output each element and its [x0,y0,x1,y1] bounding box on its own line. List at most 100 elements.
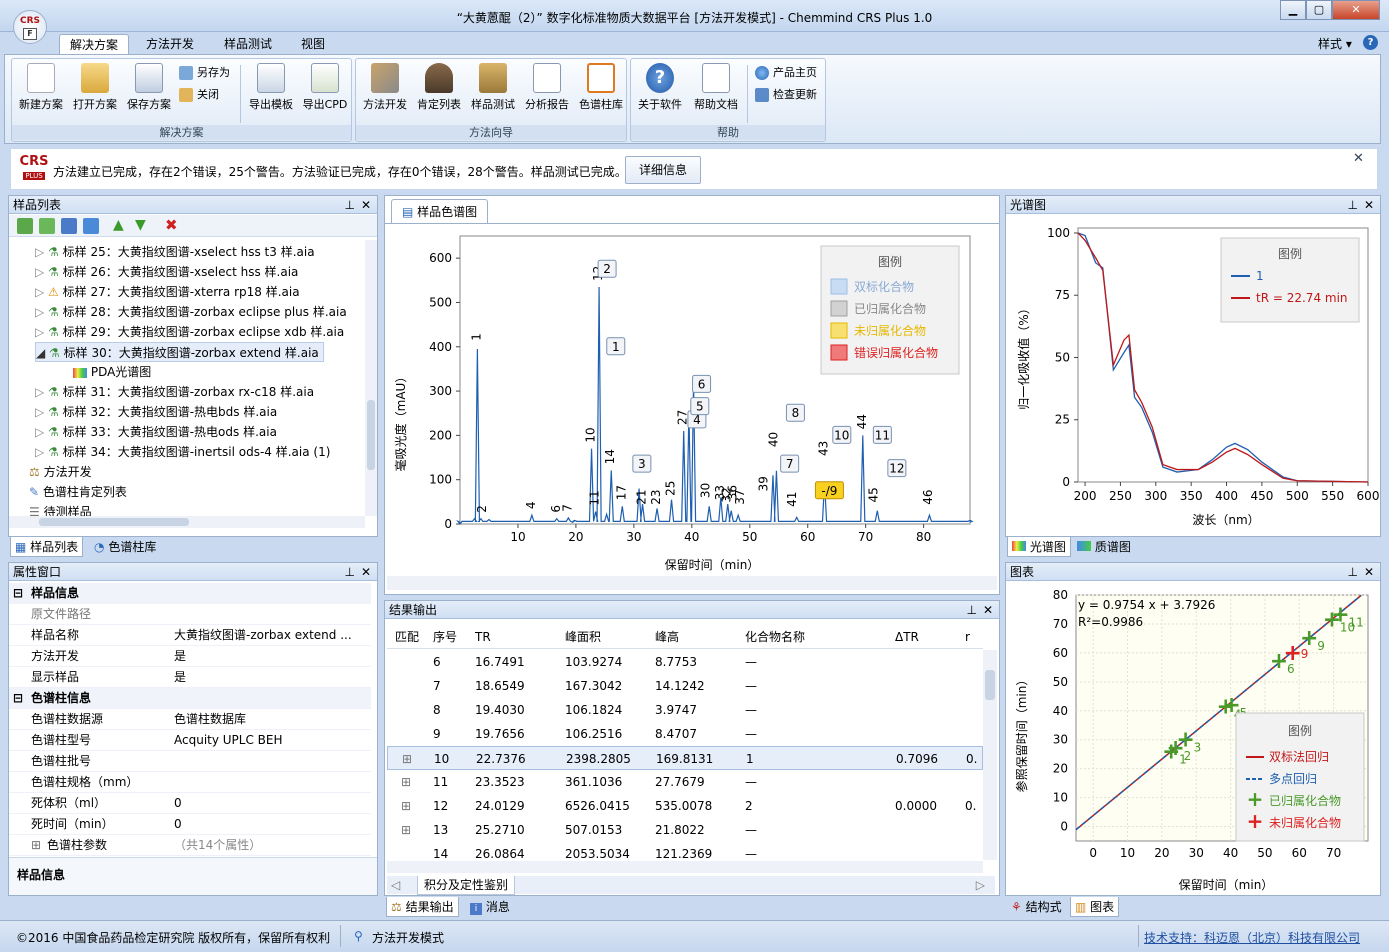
col-match[interactable]: 匹配 [395,625,419,649]
close-button[interactable]: ✕ [1332,0,1380,20]
scroll-thumb[interactable] [985,670,995,700]
close-notice-icon[interactable]: ✕ [1353,151,1364,166]
col-index[interactable]: 序号 [433,625,457,649]
tab-sample-list[interactable]: ▦ 样品列表 [10,537,84,557]
table-row[interactable]: ⊞ 13 25.2710 507.0153 21.8022 — [387,818,983,842]
confirm-list-button[interactable]: 肯定列表 [412,63,466,112]
tree-item-method[interactable]: ⚖ 方法开发 [29,462,92,482]
tree-item[interactable]: ▷ ⚗ 标样 29：大黄指纹图谱-zorbax eclipse xdb 样.ai… [35,322,344,342]
chrom-hscrollbar[interactable] [387,576,997,590]
tree-item-pending[interactable]: ☰ 待测样品 [29,502,92,516]
add-standard-icon[interactable] [39,218,55,234]
regression-chart[interactable]: 参照保留时间（min） 保留时间（min） 0 10 20 30 40 50 60 70 80 0… [1006,583,1380,895]
results-hscrollbar[interactable] [387,861,983,873]
tab-chart[interactable]: ▥ 图表 [1070,897,1120,917]
table-row[interactable]: ⊞ 11 23.3523 361.1036 27.7679 — [387,770,983,794]
pin-icon[interactable]: ⊥ [1348,196,1358,214]
expand-row-icon[interactable]: ⊞ [401,770,411,794]
tab-solution[interactable]: 解决方案 [59,34,130,54]
tree-item[interactable]: ▷ ⚗ 标样 25：大黄指纹图谱-xselect hss t3 样.aia [35,242,315,262]
add-sample-icon[interactable] [17,218,33,234]
maximize-button[interactable]: ▢ [1306,0,1332,20]
prop-row[interactable]: 色谱柱规格（mm） [9,772,371,793]
table-row[interactable]: ⊞ 10 22.7376 2398.2805 169.8131 1 0.7096 0. [387,746,983,770]
pin-icon[interactable]: ⊥ [345,196,355,214]
tree-item-selected[interactable]: ◢ ⚗ 标样 30：大黄指纹图谱-zorbax extend 样.aia [35,342,324,362]
new-solution-button[interactable]: 新建方案 [14,63,68,112]
col-area[interactable]: 峰面积 [565,625,601,649]
app-menu-button[interactable]: CRS F [13,10,47,44]
help-icon[interactable]: ? [1363,35,1378,50]
close-panel-icon[interactable]: ✕ [1364,563,1374,581]
tree-scrollbar[interactable] [365,240,377,516]
prop-row[interactable]: 死时间（min） 0 [9,814,371,835]
tree-item[interactable]: ▷ ⚗ 标样 26：大黄指纹图谱-xselect hss 样.aia [35,262,298,282]
move-up-icon[interactable]: ▲ [113,218,129,234]
tab-sample-test[interactable]: 样品测试 [214,34,282,54]
delete-icon[interactable]: ✖ [165,218,181,234]
table-row[interactable]: 7 18.6549 167.3042 14.1242 — [387,674,983,698]
export-cpd-button[interactable]: 导出CPD [298,63,352,112]
prop-row[interactable]: 色谱柱批号 [9,751,371,772]
prop-row[interactable]: 死体积（ml） 0 [9,793,371,814]
col-dtr[interactable]: ΔTR [895,625,919,649]
open-solution-button[interactable]: 打开方案 [68,63,122,112]
method-dev-button[interactable]: 方法开发 [358,63,412,112]
close-panel-icon[interactable]: ✕ [361,563,371,581]
col-height[interactable]: 峰高 [655,625,679,649]
results-scrollbar[interactable] [983,650,997,860]
scroll-right-icon[interactable]: ▷ [976,876,985,894]
sample-test-button[interactable]: 样品测试 [466,63,520,112]
tree-item-column[interactable]: ✎ 色谱柱肯定列表 [29,482,127,502]
help-doc-button[interactable]: 帮助文档 [689,63,743,112]
expand-row-icon[interactable]: ⊞ [401,794,411,818]
tree-item[interactable]: ▷ ⚗ 标样 34：大黄指纹图谱-inertsil ods-4 样.aia (1… [35,442,330,462]
pin-icon[interactable]: ⊥ [345,563,355,581]
col-compound[interactable]: 化合物名称 [745,625,805,649]
check-update-button[interactable]: 检查更新 [755,86,817,104]
close-panel-icon[interactable]: ✕ [1364,196,1374,214]
import-chart-icon[interactable] [61,218,77,234]
prop-row[interactable]: 色谱柱数据源 色谱柱数据库 [9,709,371,730]
chromatogram-chart[interactable]: 毫吸光度（mAU） 保留时间（min） 0 100 200 300 400 500 600 1… [385,226,997,588]
prop-row[interactable]: 色谱柱型号 Acquity UPLC BEH [9,730,371,751]
tab-view[interactable]: 视图 [291,34,335,54]
save-solution-button[interactable]: 保存方案 [122,63,176,112]
details-button[interactable]: 详细信息 [625,156,701,184]
tree-item[interactable]: ▷ ⚗ 标样 31：大黄指纹图谱-zorbax rx-c18 样.aia [35,382,314,402]
prop-row[interactable]: 原文件路径 [9,604,371,625]
tree-item[interactable]: ▷ ⚠ 标样 27：大黄指纹图谱-xterra rp18 样.aia [35,282,300,302]
table-row[interactable]: 8 19.4030 106.1824 3.9747 — [387,698,983,722]
report-button[interactable]: 分析报告 [520,63,574,112]
minimize-button[interactable]: ▁ [1280,0,1306,20]
tree-hscrollbar[interactable] [9,516,365,528]
close-solution-button[interactable]: 关闭 [179,86,219,104]
product-home-button[interactable]: 产品主页 [755,64,817,82]
export-template-button[interactable]: 导出模板 [244,63,298,112]
tab-method-dev[interactable]: 方法开发 [136,34,204,54]
support-link[interactable]: 技术支持：科迈恩（北京）科技有限公司 [1144,929,1360,946]
pin-icon[interactable]: ⊥ [967,601,977,619]
save-as-button[interactable]: 另存为 [179,64,230,82]
close-panel-icon[interactable]: ✕ [983,601,993,619]
scroll-thumb[interactable] [367,400,375,470]
about-button[interactable]: ? 关于软件 [633,63,687,112]
col-tr[interactable]: TR [475,625,491,649]
expand-row-icon[interactable]: ⊞ [401,818,411,842]
col-r[interactable]: r [965,625,970,649]
tree-item[interactable]: ▷ ⚗ 标样 32：大黄指纹图谱-热电bds 样.aia [35,402,277,422]
pin-icon[interactable]: ⊥ [1348,563,1358,581]
table-row[interactable]: 14 26.0864 2053.5034 121.2369 — [387,842,983,860]
tree-item[interactable]: ▷ ⚗ 标样 33：大黄指纹图谱-热电ods 样.aia [35,422,277,442]
prop-row[interactable]: 样品名称 大黄指纹图谱-zorbax extend ... [9,625,371,646]
tab-spectrum[interactable]: 光谱图 [1007,537,1071,557]
close-panel-icon[interactable]: ✕ [361,196,371,214]
tab-integration[interactable]: 积分及定性鉴别 [417,876,516,895]
tab-mass-spectrum[interactable]: 质谱图 [1073,537,1135,557]
spectrum-chart[interactable]: 归一化吸收值（%） 波长（nm） 0 25 50 75 100 200 250 300 350 4… [1006,216,1380,536]
tab-structure[interactable]: ⚘ 结构式 [1007,897,1066,917]
tab-results[interactable]: ⚖ 结果输出 [386,897,459,917]
table-row[interactable]: 6 16.7491 103.9274 8.7753 — [387,650,983,674]
table-row[interactable]: 9 19.7656 106.2516 8.4707 — [387,722,983,746]
tree-item[interactable]: ▷ ⚗ 标样 28：大黄指纹图谱-zorbax eclipse plus 样.a… [35,302,347,322]
